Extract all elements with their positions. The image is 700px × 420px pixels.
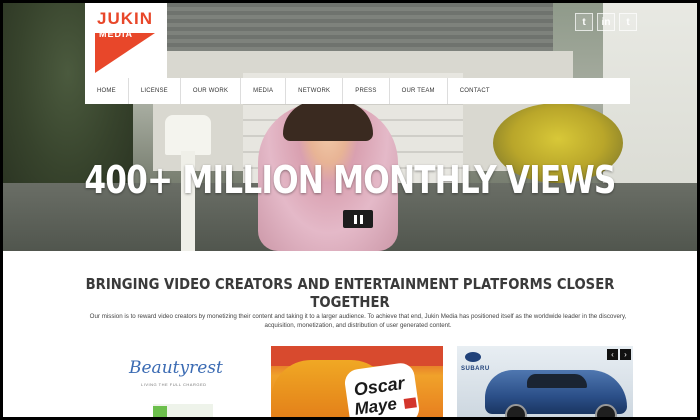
logo-text-media: MEDIA (99, 29, 133, 39)
oscar-logo-flag (403, 397, 417, 409)
mission-statement: Our mission is to reward video creators … (89, 313, 627, 329)
subaru-logo-icon (465, 352, 481, 362)
nav-our-team[interactable]: OUR TEAM (390, 78, 448, 104)
nav-network[interactable]: NETWORK (286, 78, 344, 104)
logo-triangle (95, 33, 155, 73)
partner-logo-partial (153, 404, 213, 417)
partner-card-oscar-mayer[interactable]: Oscar Maye (271, 346, 443, 417)
hero-child-hair (283, 101, 373, 141)
beautyrest-tagline: LIVING THE FULL CHARGED (141, 382, 207, 387)
subaru-label: SUBARU (461, 366, 490, 372)
page-frame: JUKIN MEDIA t in t HOME LICENSE OUR WORK… (3, 3, 697, 417)
nav-our-work[interactable]: OUR WORK (181, 78, 242, 104)
hero-roof (163, 3, 553, 51)
tumblr-icon[interactable]: t (619, 13, 637, 31)
logo-text-jukin: JUKIN (97, 9, 154, 28)
nav-home[interactable]: HOME (85, 78, 129, 104)
section-tagline: BRINGING VIDEO CREATORS AND ENTERTAINMEN… (85, 275, 615, 311)
subaru-car-window (527, 374, 587, 388)
carousel-prev-button[interactable]: ‹ (607, 349, 618, 360)
hero-banner: JUKIN MEDIA t in t HOME LICENSE OUR WORK… (3, 3, 697, 251)
linkedin-icon[interactable]: in (597, 13, 615, 31)
twitter-icon[interactable]: t (575, 13, 593, 31)
pause-icon-bar-right (359, 214, 363, 224)
nav-media[interactable]: MEDIA (241, 78, 287, 104)
jukin-media-logo[interactable]: JUKIN MEDIA (85, 3, 167, 81)
social-links: t in t (575, 13, 637, 31)
beautyrest-logo: Beautyrest (129, 358, 223, 378)
nav-contact[interactable]: CONTACT (448, 78, 502, 104)
hero-lamp-head (165, 115, 211, 155)
main-nav: HOME LICENSE OUR WORK MEDIA NETWORK PRES… (85, 78, 630, 104)
nav-license[interactable]: LICENSE (129, 78, 181, 104)
pause-icon-bar-left (353, 214, 357, 224)
partner-card-beautyrest[interactable]: Beautyrest LIVING THE FULL CHARGED (111, 346, 223, 417)
pause-button[interactable] (343, 210, 373, 228)
oscar-mayer-logo: Oscar Maye (343, 361, 421, 417)
carousel-next-button[interactable]: › (620, 349, 631, 360)
partner-logo-mark (153, 406, 167, 417)
nav-press[interactable]: PRESS (343, 78, 390, 104)
hero-headline: 400+ MILLION MONTHLY VIEWS (84, 158, 616, 202)
